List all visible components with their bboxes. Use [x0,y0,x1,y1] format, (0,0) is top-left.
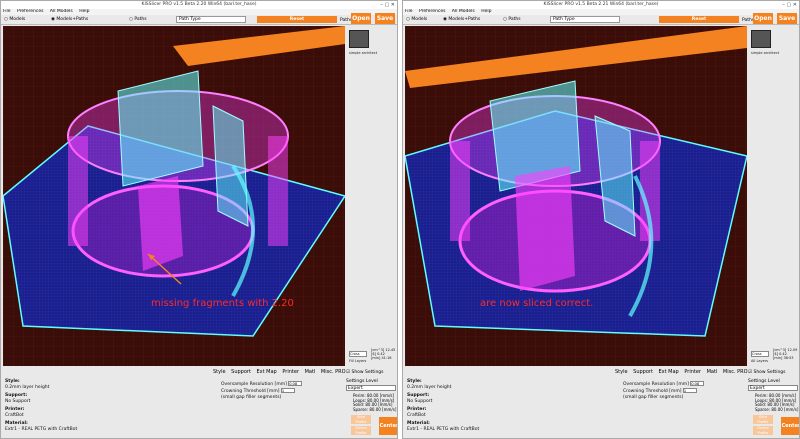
radio-models[interactable]: ○ Models [4,17,25,22]
annotation-text: are now sliced correct. [480,298,594,309]
slice-profile-button[interactable]: Slice Profile [753,415,773,424]
settings-level-select[interactable]: Expert [346,385,396,391]
right-window: KISSlicer PRO v1.5 Beta 2.21 Win64 (barl… [402,0,800,439]
speed-list: Perim: 80.00 [mm/s] Loops: 80.00 [mm/s] So… [353,393,397,412]
path-type-select[interactable]: Path Type [176,16,246,23]
settings-level-select[interactable]: Expert [748,385,798,391]
tab-printer[interactable]: Printer [684,369,701,375]
menu-file[interactable]: File [3,9,11,14]
display-layers-label: Fill Layers [349,359,367,363]
fin-panel-pink [138,176,183,271]
reset-button[interactable]: Reset [257,16,337,23]
tab-matl[interactable]: Matl [305,369,316,375]
delete-profile-button[interactable]: Delete Profile [753,426,773,435]
model-sidebar: simple architect Cross Fill Layers [cm^3… [347,26,397,366]
cylinder-wall-left [450,141,470,241]
delete-profile-button[interactable]: Delete Profile [351,426,371,435]
tab-misc-pro[interactable]: Misc. PRO [723,369,748,375]
title-bar: KISSlicer PRO v1.5 Beta 2.20 Win64 (barl… [1,1,397,9]
speed-list: Perim: 80.00 [mm/s] Loops: 80.00 [mm/s] So… [755,393,799,412]
show-settings-checkbox[interactable]: ☑ Show Settings [748,370,786,375]
tab-style[interactable]: Style [213,369,226,375]
menu-file[interactable]: File [405,9,413,14]
tab-support[interactable]: Support [633,369,653,375]
misc-pro-settings: Oversample Resolution [mm] Crowning Thre… [221,381,303,401]
scene-render [3,26,345,366]
view-mode-select[interactable]: Cross [349,351,367,357]
slice-profile-button[interactable]: Slice Profile [351,415,371,424]
title-bar: KISSlicer PRO v1.5 Beta 2.21 Win64 (barl… [403,1,799,9]
toolbar: ○ Models ◉ Models+Paths ○ Paths Path Typ… [1,15,397,25]
tab-printer[interactable]: Printer [282,369,299,375]
model-thumbnail[interactable] [349,30,369,48]
radio-paths[interactable]: ○ Paths [129,17,147,22]
center-button[interactable]: Center [379,417,397,435]
reset-button[interactable]: Reset [659,16,739,23]
open-button[interactable]: Open [351,13,371,24]
window-controls[interactable]: – ▢ ✕ [782,1,797,9]
settings-level-label: Settings Level [346,379,378,384]
oversample-input[interactable] [690,381,705,386]
tab-support[interactable]: Support [231,369,251,375]
model-name: simple architect [751,51,780,55]
path-type-select[interactable]: Path Type [550,16,620,23]
radio-models-paths[interactable]: ◉ Models+Paths [51,17,88,22]
tab-style[interactable]: Style [615,369,628,375]
model-name: simple architect [349,51,378,55]
stats-readout: [cm^3] 12.45 [$] 0.42 [min] 41:16 [371,348,396,360]
menu-help[interactable]: Help [481,9,491,14]
settings-tabs: Style Support Ext Map Printer Matl Misc.… [213,369,350,377]
comparison-screenshot: KISSlicer PRO v1.5 Beta 2.20 Win64 (barl… [0,0,800,439]
profile-summary: Style: 0.2mm layer height Support: No Supp… [407,379,480,432]
fin-panel-center [117,70,204,187]
show-settings-checkbox[interactable]: ☑ Show Settings [346,370,384,375]
crowning-input[interactable] [280,388,295,393]
3d-viewport[interactable]: missing fragments with 2.20 [3,26,345,366]
center-button[interactable]: Center [781,417,799,435]
scene-render [405,26,747,366]
tab-ext-map[interactable]: Ext Map [659,369,679,375]
window-controls[interactable]: – ▢ ✕ [380,1,395,9]
menu-preferences[interactable]: Preferences [419,9,445,14]
3d-viewport[interactable]: are now sliced correct. [405,26,747,366]
tab-misc-pro[interactable]: Misc. PRO [321,369,346,375]
crowning-input[interactable] [682,388,697,393]
fin-panel-right [212,105,249,227]
model-thumbnail[interactable] [751,30,771,48]
menu-preferences[interactable]: Preferences [17,9,43,14]
save-button[interactable]: Save [777,13,797,24]
settings-panel: Style Support Ext Map Printer Matl Misc.… [1,367,397,438]
settings-panel: Style Support Ext Map Printer Matl Misc.… [403,367,799,438]
left-window: KISSlicer PRO v1.5 Beta 2.20 Win64 (barl… [0,0,398,439]
window-title: KISSlicer PRO v1.5 Beta 2.21 Win64 (barl… [543,2,659,7]
radio-models-paths[interactable]: ◉ Models+Paths [443,17,480,22]
stats-readout: [cm^3] 12.09 [$] 0.42 [min] 38:53 [773,348,798,360]
cylinder-wall-left [68,136,88,246]
fin-panel-pink [515,166,575,291]
settings-tabs: Style Support Ext Map Printer Matl Misc.… [615,369,752,377]
radio-paths[interactable]: ○ Paths [503,17,521,22]
menu-all-models[interactable]: All Models [452,9,475,14]
open-button[interactable]: Open [753,13,773,24]
window-title: KISSlicer PRO v1.5 Beta 2.20 Win64 (barl… [141,2,257,7]
annotation-text: missing fragments with 2.20 [151,298,294,309]
save-button[interactable]: Save [375,13,395,24]
tab-matl[interactable]: Matl [707,369,718,375]
model-sidebar: simple architect Cross All Layers [cm^3]… [749,26,799,366]
tab-ext-map[interactable]: Ext Map [257,369,277,375]
settings-level-label: Settings Level [748,379,780,384]
menu-all-models[interactable]: All Models [50,9,73,14]
display-layers-label: All Layers [751,359,769,363]
view-mode-select[interactable]: Cross [751,351,769,357]
misc-pro-settings: Oversample Resolution [mm] Crowning Thre… [623,381,705,401]
profile-summary: Style: 0.2mm layer height Support: No Supp… [5,379,78,432]
cylinder-wall-right [268,136,288,246]
oversample-input[interactable] [288,381,303,386]
toolbar: ○ Models ◉ Models+Paths ○ Paths Path Typ… [403,15,799,25]
radio-models[interactable]: ○ Models [406,17,427,22]
menu-help[interactable]: Help [79,9,89,14]
